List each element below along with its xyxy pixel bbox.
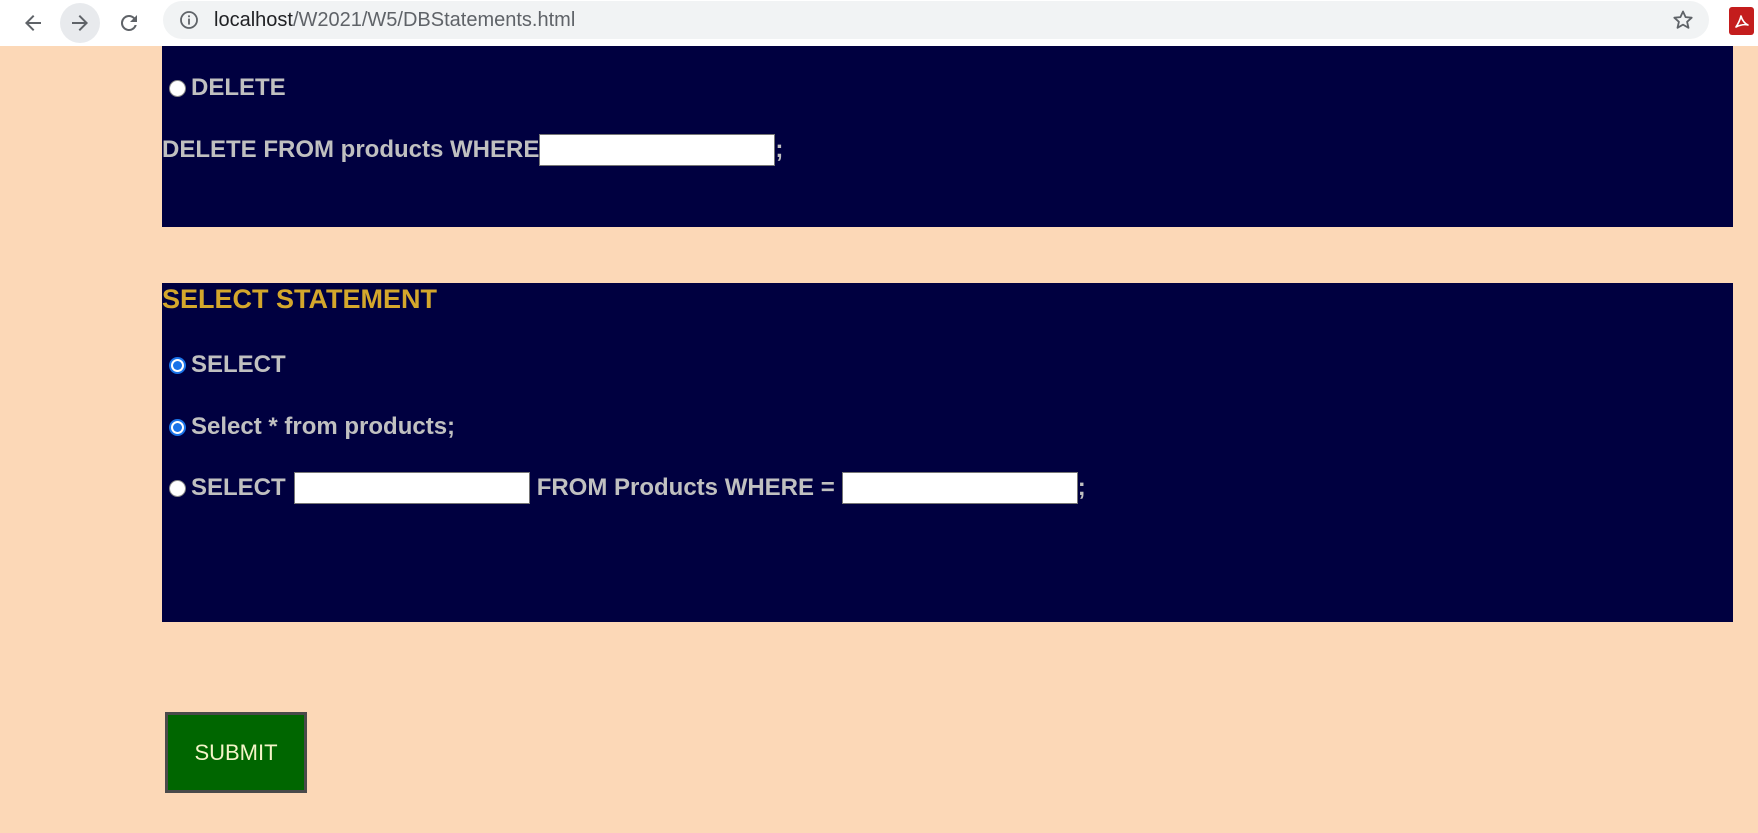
- select-panel: SELECT STATEMENT SELECT Select * from pr…: [162, 283, 1733, 622]
- arrow-left-icon: [25, 15, 41, 31]
- submit-button[interactable]: SUBMIT: [165, 712, 307, 793]
- select-all-radio[interactable]: [169, 418, 186, 436]
- select-custom-middle: FROM Products WHERE =: [536, 474, 835, 501]
- delete-statement-prefix: DELETE FROM products WHERE: [162, 136, 540, 163]
- back-button[interactable]: [13, 3, 53, 43]
- select-option-label: SELECT: [191, 351, 286, 378]
- select-custom-option: SELECT FROM Products WHERE = ;: [162, 472, 1086, 504]
- pdf-icon: [1734, 15, 1749, 28]
- delete-panel: DELETE DELETE FROM products WHERE ;: [162, 46, 1733, 227]
- delete-radio[interactable]: [169, 79, 186, 97]
- select-custom-radio[interactable]: [169, 479, 186, 497]
- delete-where-input[interactable]: [539, 134, 776, 166]
- select-custom-prefix: SELECT: [191, 474, 286, 501]
- select-radio[interactable]: [169, 356, 186, 374]
- url-path: /W2021/W5/DBStatements.html: [292, 9, 576, 31]
- reload-icon: [120, 14, 137, 31]
- delete-option[interactable]: DELETE: [162, 74, 286, 102]
- delete-option-label: DELETE: [191, 74, 286, 101]
- browser-toolbar: localhost/W2021/W5/DBStatements.html: [0, 0, 1758, 46]
- acrobat-extension-icon[interactable]: [1729, 7, 1754, 35]
- select-custom-suffix: ;: [1077, 474, 1086, 501]
- forward-button[interactable]: [60, 3, 100, 43]
- select-where-input[interactable]: [841, 472, 1078, 504]
- reload-button[interactable]: [109, 3, 149, 43]
- select-columns-input[interactable]: [293, 472, 530, 504]
- arrow-right-icon: [72, 15, 88, 31]
- url-text[interactable]: localhost/W2021/W5/DBStatements.html: [214, 9, 575, 32]
- address-bar[interactable]: localhost/W2021/W5/DBStatements.html: [163, 1, 1709, 39]
- delete-statement: DELETE FROM products WHERE ;: [162, 134, 783, 166]
- select-all-option[interactable]: Select * from products;: [162, 413, 455, 441]
- select-option[interactable]: SELECT: [162, 351, 286, 379]
- info-icon[interactable]: [179, 10, 199, 30]
- url-host: localhost: [214, 9, 293, 31]
- select-section-title: SELECT STATEMENT: [162, 284, 437, 314]
- bookmark-star-icon[interactable]: [1671, 8, 1695, 32]
- delete-statement-suffix: ;: [775, 136, 784, 163]
- select-all-option-label: Select * from products;: [191, 413, 456, 440]
